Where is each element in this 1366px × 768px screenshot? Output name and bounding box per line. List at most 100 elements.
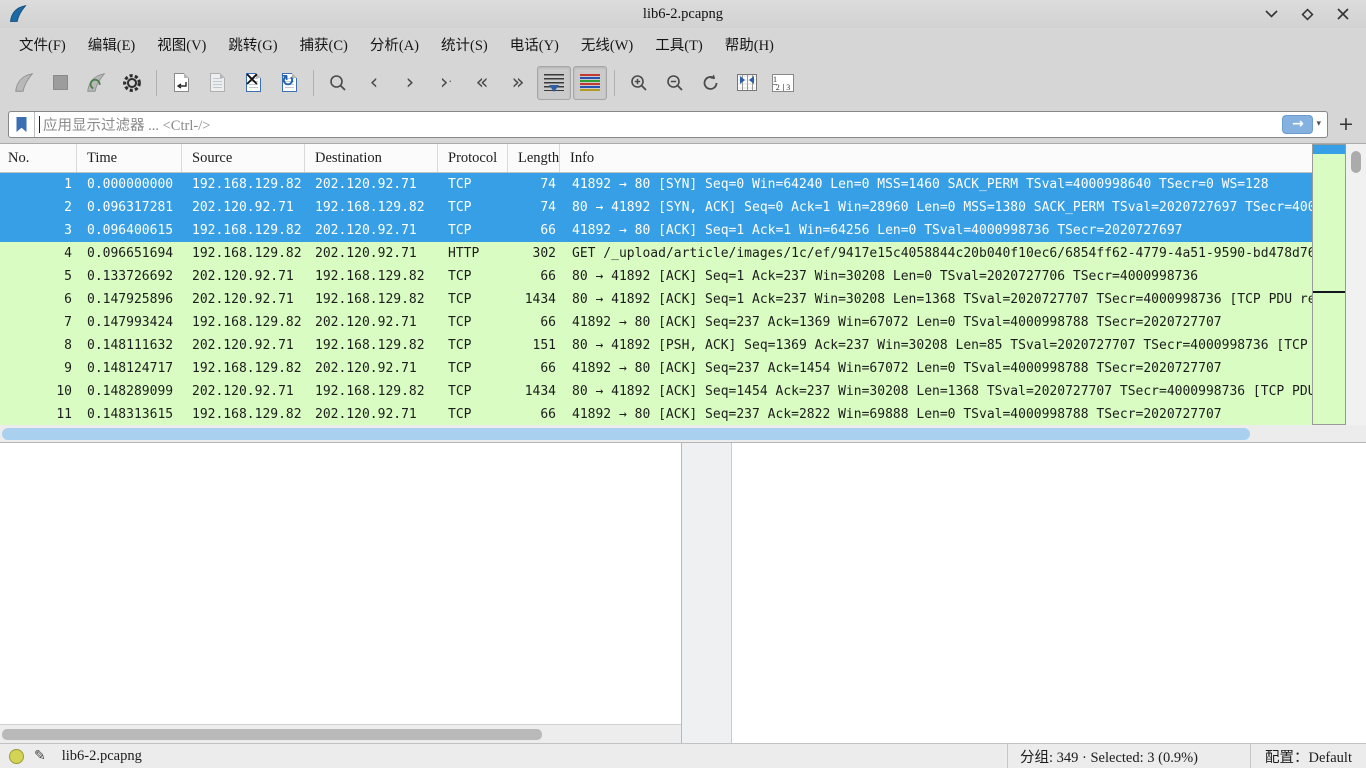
go-forward-icon[interactable]: › (393, 66, 427, 100)
menu-item-6[interactable]: 统计(S) (430, 30, 499, 59)
packet-list-vscrollbar[interactable] (1346, 144, 1366, 425)
first-packet-icon[interactable]: « (465, 66, 499, 100)
cell-source[interactable]: 202.120.92.71 (182, 196, 305, 219)
cell-no[interactable]: 3 (0, 219, 77, 242)
zoom-in-icon[interactable] (622, 66, 656, 100)
open-file-icon[interactable] (164, 66, 198, 100)
cell-source[interactable]: 202.120.92.71 (182, 265, 305, 288)
close-icon[interactable] (1332, 4, 1354, 24)
cell-protocol[interactable]: TCP (438, 357, 508, 380)
capture-comment-icon[interactable]: ✎ (34, 748, 46, 764)
save-file-icon[interactable] (200, 66, 234, 100)
cell-length[interactable]: 1434 (508, 380, 560, 403)
cell-info[interactable]: 41892 → 80 [ACK] Seq=237 Ack=1454 Win=67… (560, 357, 1312, 380)
packet-bytes-pane[interactable] (732, 443, 1366, 743)
cell-no[interactable]: 1 (0, 173, 77, 196)
details-hscrollbar-thumb[interactable] (2, 729, 542, 740)
go-back-icon[interactable]: ‹ (357, 66, 391, 100)
cell-protocol[interactable]: TCP (438, 380, 508, 403)
hscrollbar-thumb[interactable] (2, 428, 1250, 440)
packet-row-8[interactable]: 80.148111632202.120.92.71192.168.129.82T… (0, 334, 1312, 357)
packet-row-4[interactable]: 40.096651694192.168.129.82202.120.92.71H… (0, 242, 1312, 265)
cell-time[interactable]: 0.096651694 (77, 242, 182, 265)
cell-no[interactable]: 8 (0, 334, 77, 357)
cell-no[interactable]: 2 (0, 196, 77, 219)
packet-row-10[interactable]: 100.148289099202.120.92.71192.168.129.82… (0, 380, 1312, 403)
menu-item-0[interactable]: 文件(F) (8, 30, 77, 59)
packet-row-1[interactable]: 10.000000000192.168.129.82202.120.92.71T… (0, 173, 1312, 196)
minimize-icon[interactable] (1260, 4, 1282, 24)
cell-info[interactable]: 41892 → 80 [SYN] Seq=0 Win=64240 Len=0 M… (560, 173, 1312, 196)
cell-length[interactable]: 66 (508, 311, 560, 334)
display-filter-input[interactable]: 应用显示过滤器 ... <Ctrl-/> → ▾ (8, 111, 1328, 138)
intelligent-scrollbar-minimap[interactable] (1312, 144, 1346, 425)
menu-item-4[interactable]: 捕获(C) (289, 30, 359, 59)
column-header-destination[interactable]: Destination (305, 144, 438, 172)
cell-info[interactable]: 41892 → 80 [ACK] Seq=237 Ack=1369 Win=67… (560, 311, 1312, 334)
cell-length[interactable]: 74 (508, 173, 560, 196)
cell-destination[interactable]: 192.168.129.82 (305, 288, 438, 311)
start-capture-icon[interactable] (7, 66, 41, 100)
packet-row-9[interactable]: 90.148124717192.168.129.82202.120.92.71T… (0, 357, 1312, 380)
column-header-info[interactable]: Info (560, 144, 1312, 172)
packet-row-6[interactable]: 60.147925896202.120.92.71192.168.129.82T… (0, 288, 1312, 311)
cell-source[interactable]: 202.120.92.71 (182, 380, 305, 403)
column-header-length[interactable]: Length (508, 144, 560, 172)
cell-info[interactable]: 41892 → 80 [ACK] Seq=237 Ack=2822 Win=69… (560, 403, 1312, 425)
cell-destination[interactable]: 202.120.92.71 (305, 311, 438, 334)
cell-protocol[interactable]: TCP (438, 334, 508, 357)
menu-item-5[interactable]: 分析(A) (359, 30, 430, 59)
cell-time[interactable]: 0.133726692 (77, 265, 182, 288)
cell-source[interactable]: 192.168.129.82 (182, 242, 305, 265)
capture-options-icon[interactable] (115, 66, 149, 100)
menu-item-7[interactable]: 电话(Y) (499, 30, 570, 59)
cell-no[interactable]: 4 (0, 242, 77, 265)
cell-no[interactable]: 6 (0, 288, 77, 311)
cell-length[interactable]: 1434 (508, 288, 560, 311)
column-header-time[interactable]: Time (77, 144, 182, 172)
cell-destination[interactable]: 192.168.129.82 (305, 380, 438, 403)
cell-length[interactable]: 302 (508, 242, 560, 265)
pane-splitter[interactable] (682, 443, 732, 743)
cell-destination[interactable]: 202.120.92.71 (305, 357, 438, 380)
packet-row-7[interactable]: 70.147993424192.168.129.82202.120.92.71T… (0, 311, 1312, 334)
cell-time[interactable]: 0.148289099 (77, 380, 182, 403)
cell-destination[interactable]: 192.168.129.82 (305, 196, 438, 219)
cell-info[interactable]: 80 → 41892 [ACK] Seq=1 Ack=237 Win=30208… (560, 265, 1312, 288)
cell-protocol[interactable]: TCP (438, 311, 508, 334)
resize-columns-icon[interactable] (730, 66, 764, 100)
cell-destination[interactable]: 202.120.92.71 (305, 242, 438, 265)
cell-length[interactable]: 66 (508, 357, 560, 380)
filter-bookmark-icon[interactable] (9, 112, 35, 137)
cell-destination[interactable]: 202.120.92.71 (305, 403, 438, 425)
packet-row-11[interactable]: 110.148313615192.168.129.82202.120.92.71… (0, 403, 1312, 425)
packet-row-2[interactable]: 20.096317281202.120.92.71192.168.129.82T… (0, 196, 1312, 219)
cell-info[interactable]: 41892 → 80 [ACK] Seq=1 Ack=1 Win=64256 L… (560, 219, 1312, 242)
packet-details-pane[interactable] (0, 443, 682, 743)
cell-source[interactable]: 192.168.129.82 (182, 403, 305, 425)
cell-time[interactable]: 0.148313615 (77, 403, 182, 425)
find-packet-icon[interactable] (321, 66, 355, 100)
add-filter-button[interactable]: + (1334, 113, 1358, 135)
cell-length[interactable]: 66 (508, 403, 560, 425)
column-header-no[interactable]: No. (0, 144, 77, 172)
column-header-source[interactable]: Source (182, 144, 305, 172)
cell-time[interactable]: 0.096317281 (77, 196, 182, 219)
details-hscrollbar[interactable] (0, 724, 681, 743)
packet-row-5[interactable]: 50.133726692202.120.92.71192.168.129.82T… (0, 265, 1312, 288)
auto-scroll-icon[interactable] (537, 66, 571, 100)
cell-time[interactable]: 0.000000000 (77, 173, 182, 196)
cell-protocol[interactable]: TCP (438, 288, 508, 311)
cell-protocol[interactable]: TCP (438, 173, 508, 196)
cell-info[interactable]: 80 → 41892 [SYN, ACK] Seq=0 Ack=1 Win=28… (560, 196, 1312, 219)
cell-info[interactable]: 80 → 41892 [ACK] Seq=1454 Ack=237 Win=30… (560, 380, 1312, 403)
cell-info[interactable]: GET /_upload/article/images/1c/ef/9417e1… (560, 242, 1312, 265)
vscrollbar-thumb[interactable] (1351, 151, 1361, 173)
cell-length[interactable]: 66 (508, 265, 560, 288)
packet-list-hscrollbar[interactable] (0, 425, 1366, 443)
cell-protocol[interactable]: TCP (438, 403, 508, 425)
expert-info-icon[interactable] (9, 749, 24, 764)
cell-protocol[interactable]: TCP (438, 219, 508, 242)
filter-dropdown-icon[interactable]: ▾ (1316, 119, 1321, 129)
cell-destination[interactable]: 192.168.129.82 (305, 265, 438, 288)
